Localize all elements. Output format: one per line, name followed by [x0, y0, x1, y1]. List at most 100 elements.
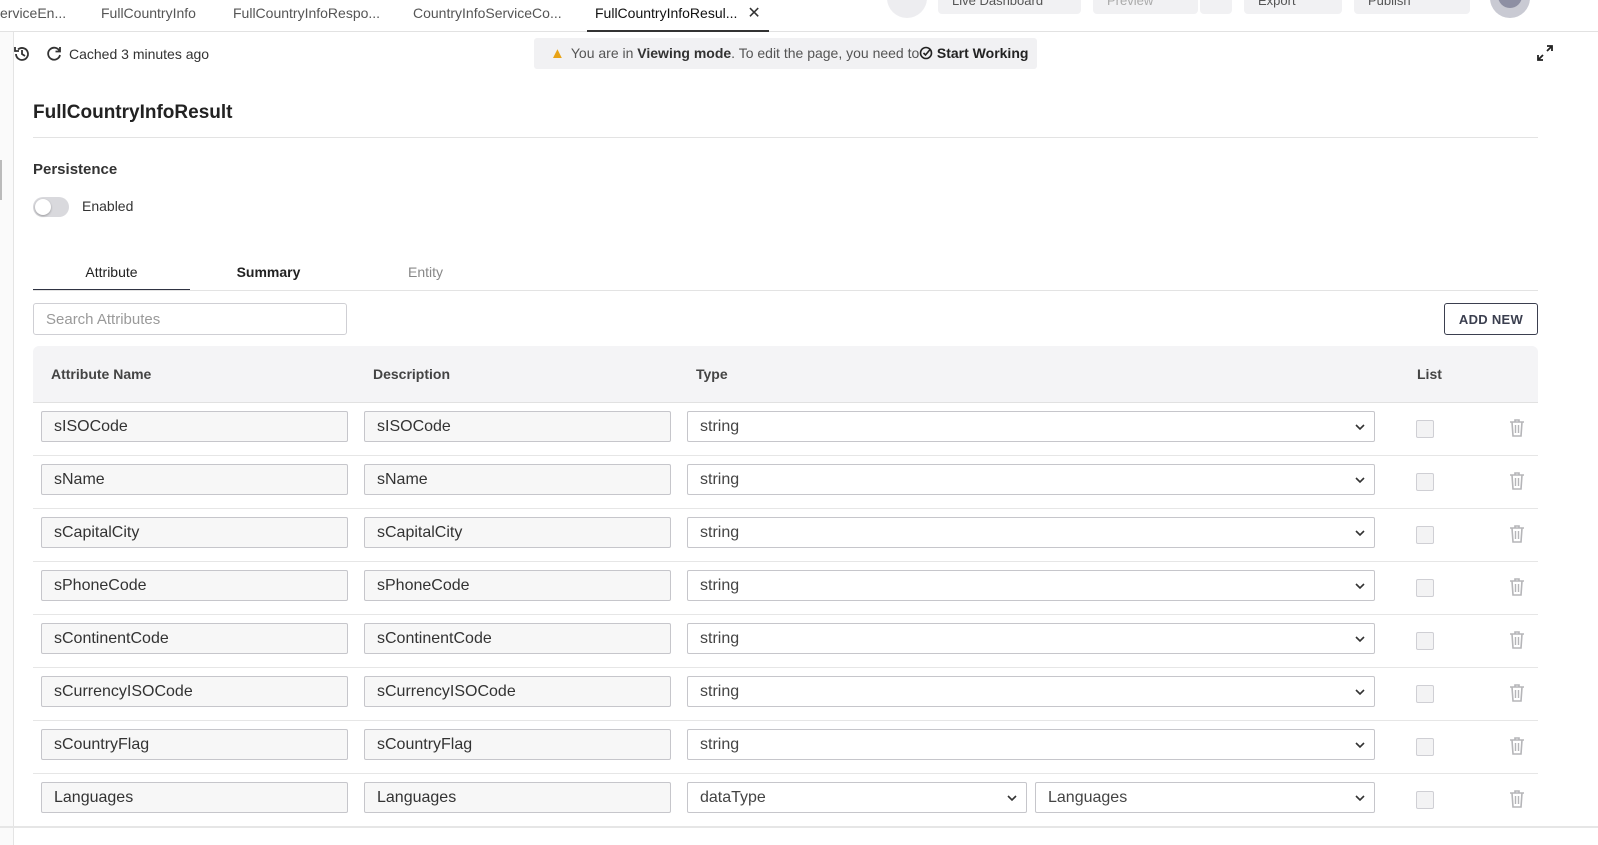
tab-full-country-info[interactable]: FullCountryInfo — [101, 0, 196, 32]
tab-service-endpoint[interactable]: erviceEn... — [0, 0, 66, 32]
enabled-label: Enabled — [82, 198, 134, 214]
attribute-name-field[interactable]: Languages — [41, 782, 348, 813]
tab-country-info-service[interactable]: CountryInfoServiceCo... — [413, 0, 562, 32]
tab-label: FullCountryInfo — [101, 5, 196, 21]
list-checkbox[interactable] — [1416, 738, 1434, 756]
list-checkbox[interactable] — [1416, 632, 1434, 650]
tab-full-country-info-result[interactable]: FullCountryInfoResul... ✕ — [587, 0, 769, 32]
tab-label: CountryInfoServiceCo... — [413, 5, 562, 21]
start-working-button[interactable]: Start Working — [919, 38, 1028, 69]
description-value: Languages — [377, 789, 457, 806]
history-icon[interactable] — [12, 44, 32, 64]
chevron-down-icon — [1355, 742, 1365, 749]
banner-mode: Viewing mode — [637, 45, 732, 61]
cached-status: Cached 3 minutes ago — [69, 46, 210, 62]
trash-icon[interactable] — [1508, 471, 1526, 491]
publish-button[interactable]: Publish — [1354, 0, 1470, 14]
table-row: sCapitalCity sCapitalCity string — [33, 509, 1538, 562]
attribute-name-field[interactable]: sContinentCode — [41, 623, 348, 654]
save-icon[interactable] — [887, 0, 927, 18]
export-label: Export — [1258, 0, 1296, 8]
trash-icon[interactable] — [1508, 683, 1526, 703]
table-row: sContinentCode sContinentCode string — [33, 615, 1538, 668]
list-checkbox[interactable] — [1416, 526, 1434, 544]
type-select[interactable]: string — [687, 570, 1375, 601]
list-checkbox[interactable] — [1416, 685, 1434, 703]
chevron-down-icon — [1355, 795, 1365, 802]
description-field[interactable]: Languages — [364, 782, 671, 813]
type-value: string — [700, 736, 740, 753]
trash-icon[interactable] — [1508, 418, 1526, 438]
trash-icon[interactable] — [1508, 789, 1526, 809]
table-row: sCountryFlag sCountryFlag string — [33, 721, 1538, 774]
avatar[interactable] — [1490, 0, 1530, 18]
description-field[interactable]: sContinentCode — [364, 623, 671, 654]
attribute-name-value: sCountryFlag — [54, 736, 150, 753]
table-row: Languages Languages dataType Languages — [33, 774, 1538, 827]
trash-icon[interactable] — [1508, 577, 1526, 597]
subtype-value: Languages — [1048, 789, 1128, 806]
description-field[interactable]: sISOCode — [364, 411, 671, 442]
tab-attribute[interactable]: Attribute — [33, 253, 190, 291]
edit-check-icon — [919, 46, 933, 60]
description-field[interactable]: sCountryFlag — [364, 729, 671, 760]
attribute-name-field[interactable]: sCapitalCity — [41, 517, 348, 548]
type-select[interactable]: string — [687, 623, 1375, 654]
attribute-name-field[interactable]: sCurrencyISOCode — [41, 676, 348, 707]
add-new-button[interactable]: ADD NEW — [1444, 303, 1538, 335]
persistence-label: Persistence — [33, 161, 118, 178]
refresh-icon[interactable] — [44, 44, 64, 64]
preview-more-button[interactable] — [1200, 0, 1232, 14]
list-checkbox[interactable] — [1416, 420, 1434, 438]
description-value: sName — [377, 471, 428, 488]
description-value: sCurrencyISOCode — [377, 683, 516, 700]
live-dashboard-button[interactable]: Live Dashboard — [938, 0, 1081, 14]
preview-button[interactable]: Preview — [1093, 0, 1198, 14]
description-value: sCountryFlag — [377, 736, 473, 753]
subtype-select[interactable]: Languages — [1035, 782, 1375, 813]
header-description: Description — [373, 366, 451, 382]
search-input[interactable] — [33, 303, 347, 335]
publish-label: Publish — [1368, 0, 1411, 8]
attribute-name-field[interactable]: sPhoneCode — [41, 570, 348, 601]
export-button[interactable]: Export — [1244, 0, 1342, 14]
list-checkbox[interactable] — [1416, 579, 1434, 597]
attribute-name-value: sName — [54, 471, 105, 488]
type-select[interactable]: string — [687, 517, 1375, 548]
list-checkbox[interactable] — [1416, 791, 1434, 809]
footer-divider — [0, 826, 1598, 828]
trash-icon[interactable] — [1508, 736, 1526, 756]
persistence-toggle[interactable] — [33, 197, 69, 217]
attribute-name-field[interactable]: sISOCode — [41, 411, 348, 442]
attribute-name-value: sPhoneCode — [54, 577, 147, 594]
start-working-label: Start Working — [936, 45, 1029, 61]
attribute-name-field[interactable]: sCountryFlag — [41, 729, 348, 760]
chevron-down-icon — [1355, 689, 1365, 696]
description-field[interactable]: sCurrencyISOCode — [364, 676, 671, 707]
list-checkbox[interactable] — [1416, 473, 1434, 491]
description-field[interactable]: sCapitalCity — [364, 517, 671, 548]
type-select[interactable]: string — [687, 411, 1375, 442]
type-value: string — [700, 471, 740, 488]
type-select[interactable]: string — [687, 464, 1375, 495]
trash-icon[interactable] — [1508, 630, 1526, 650]
type-select[interactable]: string — [687, 676, 1375, 707]
type-value: string — [700, 418, 740, 435]
table-row: sPhoneCode sPhoneCode string — [33, 562, 1538, 615]
close-icon[interactable]: ✕ — [747, 0, 760, 27]
type-select[interactable]: string — [687, 729, 1375, 760]
type-value: string — [700, 630, 740, 647]
table-row: sISOCode sISOCode string — [33, 403, 1538, 456]
type-select[interactable]: dataType — [687, 782, 1027, 813]
attribute-name-field[interactable]: sName — [41, 464, 348, 495]
tab-entity[interactable]: Entity — [347, 253, 504, 291]
trash-icon[interactable] — [1508, 524, 1526, 544]
description-field[interactable]: sName — [364, 464, 671, 495]
expand-icon[interactable] — [1536, 44, 1554, 62]
type-value: string — [700, 577, 740, 594]
description-field[interactable]: sPhoneCode — [364, 570, 671, 601]
panel-divider — [0, 160, 2, 200]
tab-full-country-info-response[interactable]: FullCountryInfoRespo... — [233, 0, 380, 32]
tab-summary[interactable]: Summary — [190, 253, 347, 291]
chevron-down-icon — [1355, 424, 1365, 431]
